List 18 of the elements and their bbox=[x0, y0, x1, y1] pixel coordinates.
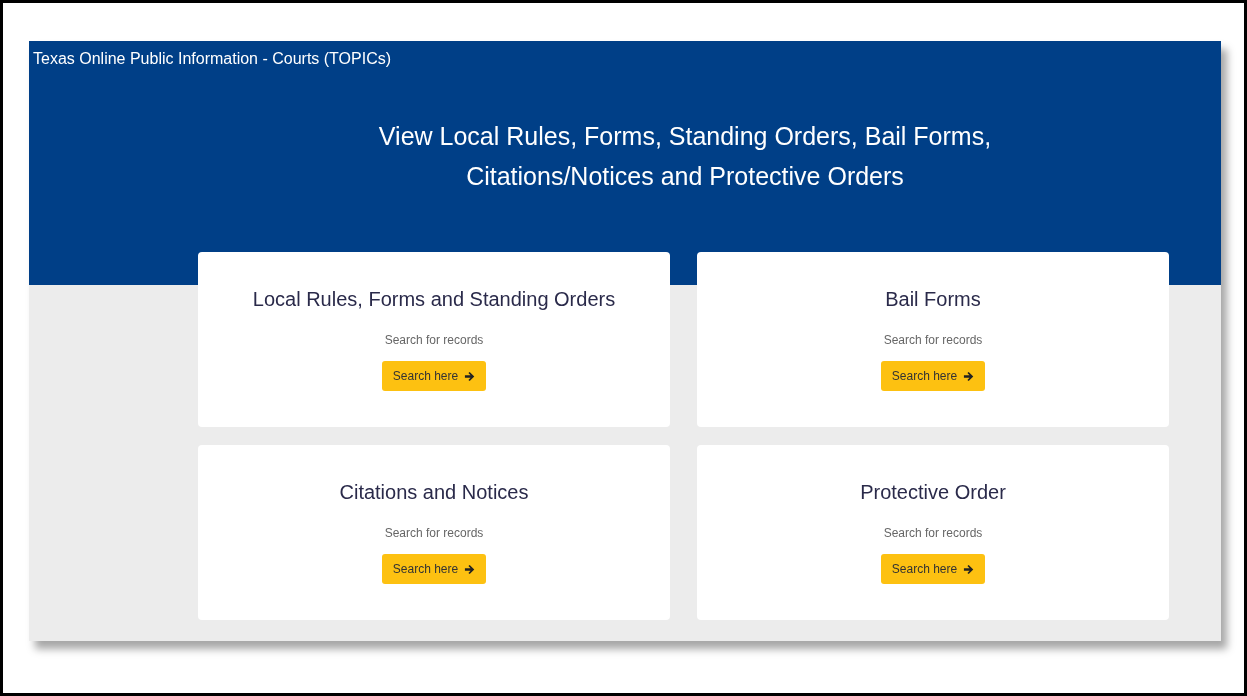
card-subtitle: Search for records bbox=[883, 526, 983, 540]
card-subtitle: Search for records bbox=[384, 526, 484, 540]
card-title: Local Rules, Forms and Standing Orders bbox=[252, 288, 616, 311]
search-button[interactable]: Search here bbox=[880, 554, 986, 584]
card-title: Bail Forms bbox=[885, 288, 981, 311]
search-button[interactable]: Search here bbox=[880, 361, 986, 391]
arrow-icon bbox=[464, 563, 476, 575]
page-heading: View Local Rules, Forms, Standing Orders, Bail Forms, Citations/Notices and Protective Orders bbox=[377, 121, 993, 192]
card-subtitle: Search for records bbox=[883, 333, 983, 347]
site-title: Texas Online Public Information - Courts (TOPICs) bbox=[33, 50, 392, 68]
arrow-icon bbox=[464, 370, 476, 382]
card-title: Citations and Notices bbox=[339, 481, 529, 504]
search-button[interactable]: Search here bbox=[381, 361, 487, 391]
search-button[interactable]: Search here bbox=[381, 554, 487, 584]
card-subtitle: Search for records bbox=[384, 333, 484, 347]
card-title: Protective Order bbox=[860, 481, 1006, 504]
arrow-icon bbox=[963, 563, 975, 575]
arrow-icon bbox=[963, 370, 975, 382]
